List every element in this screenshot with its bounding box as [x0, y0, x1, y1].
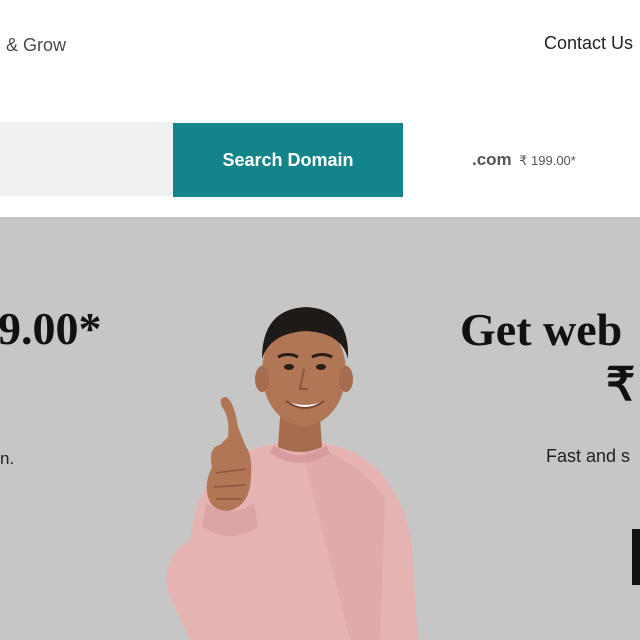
brand-tagline-fragment: & Grow [6, 35, 67, 55]
hero-right-price-symbol: ₹ [606, 358, 636, 410]
hero-right-subtext: Fast and s [546, 446, 631, 466]
brand-ambassador-image [166, 307, 418, 640]
hero-left-subtext: n. [0, 449, 15, 468]
domain-search-input[interactable] [0, 122, 173, 196]
tld-name: .com [472, 150, 512, 169]
contact-us-link[interactable]: Contact Us [544, 33, 633, 54]
search-domain-button[interactable]: Search Domain [173, 123, 403, 197]
hero-right-title: Get web [460, 304, 623, 355]
tld-price: ₹ 199.00* [519, 153, 576, 168]
domain-search-section: Search Domain .com ₹ 199.00* [0, 92, 640, 217]
hero-banner: 9.00* n. Get web ₹ Fast and s [0, 217, 640, 640]
hero-right-cta-button[interactable] [632, 529, 640, 585]
hero-left-price: 9.00* [0, 303, 102, 354]
tld-price-info: .com ₹ 199.00* [472, 150, 576, 170]
top-navigation-bar: & Grow Contact Us [0, 0, 640, 92]
